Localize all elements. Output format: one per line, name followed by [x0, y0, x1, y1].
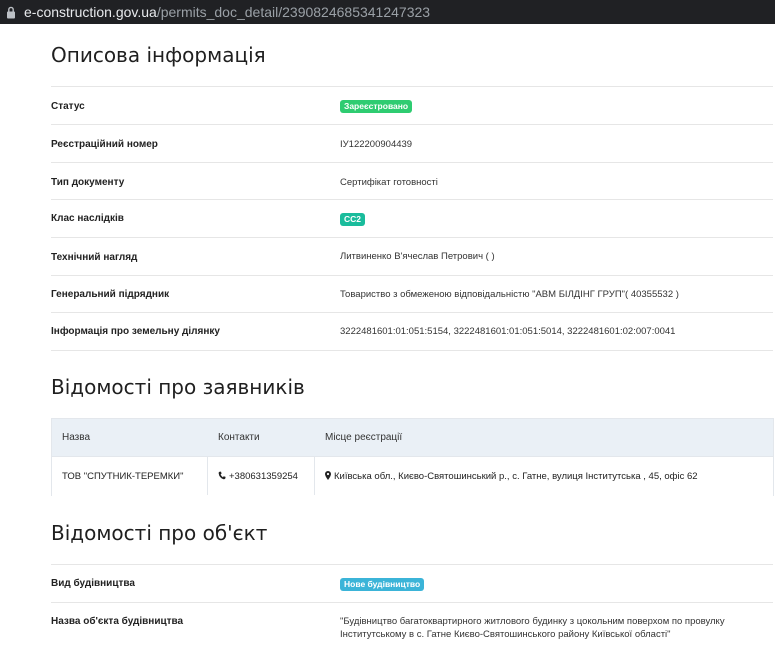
url-text[interactable]: e-construction.gov.ua/permits_doc_detail… [24, 4, 430, 20]
column-header-contacts: Контакти [218, 432, 260, 443]
consequence-class-badge: СС2 [340, 213, 366, 226]
object-name-value: "Будівництво багатоквартирного житлового… [340, 616, 725, 640]
general-contractor-label: Генеральний підрядник [51, 289, 170, 300]
description-section-title: Описова інформація [51, 43, 266, 67]
consequence-class-row: Клас наслідків СС2 [51, 199, 773, 238]
map-marker-icon [325, 471, 331, 483]
table-row: ТОВ "СПУТНИК-ТЕРЕМКИ" +380631359254 Київ… [52, 456, 773, 496]
object-name-label: Назва об'єкта будівництва [51, 616, 184, 627]
doc-type-row: Тип документу Сертифікат готовності [51, 162, 773, 200]
status-label: Статус [51, 101, 85, 112]
column-divider [207, 457, 208, 495]
status-row: Статус Зареєстровано [51, 86, 773, 125]
general-contractor-row: Генеральний підрядник Товариство з обмеж… [51, 275, 773, 313]
phone-icon [218, 471, 226, 483]
tech-supervision-row: Технічний нагляд Литвиненко В'ячеслав Пе… [51, 237, 773, 276]
column-header-registration: Місце реєстрації [325, 432, 403, 443]
lock-icon[interactable] [4, 4, 18, 20]
object-name-row: Назва об'єкта будівництва "Будівництво б… [51, 602, 773, 650]
general-contractor-value: Товариство з обмеженою відповідальністю … [340, 289, 679, 300]
construction-type-badge: Нове будівництво [340, 578, 425, 591]
applicant-address-cell: Київська обл., Києво-Святошинський р., с… [325, 471, 698, 483]
reg-number-value: ІУ122200904439 [340, 139, 413, 150]
object-section-title: Відомості про об'єкт [51, 521, 268, 545]
reg-number-label: Реєстраційний номер [51, 139, 158, 150]
doc-type-value: Сертифікат готовності [340, 177, 438, 188]
applicant-phone-cell: +380631359254 [218, 471, 298, 483]
section-divider [51, 350, 773, 351]
url-path: /permits_doc_detail/2390824685341247323 [156, 4, 431, 20]
doc-type-label: Тип документу [51, 177, 125, 188]
land-plot-row: Інформація про земельну ділянку 32224816… [51, 312, 773, 351]
land-plot-label: Інформація про земельну ділянку [51, 326, 220, 337]
applicant-address: Київська обл., Києво-Святошинський р., с… [334, 471, 698, 482]
applicants-table: Назва Контакти Місце реєстрації ТОВ "СПУ… [51, 418, 774, 496]
land-plot-value: 3222481601:01:051:5154, 3222481601:01:05… [340, 326, 676, 337]
applicant-phone: +380631359254 [229, 471, 298, 482]
applicants-table-header: Назва Контакти Місце реєстрації [52, 419, 773, 456]
url-domain: e-construction.gov.ua [24, 4, 157, 20]
address-bar[interactable]: e-construction.gov.ua/permits_doc_detail… [0, 0, 775, 24]
column-header-name: Назва [62, 432, 91, 443]
consequence-class-label: Клас наслідків [51, 213, 124, 224]
construction-type-label: Вид будівництва [51, 578, 135, 589]
reg-number-row: Реєстраційний номер ІУ122200904439 [51, 124, 773, 163]
status-badge: Зареєстровано [340, 100, 413, 113]
tech-supervision-label: Технічний нагляд [51, 252, 138, 263]
applicant-name: ТОВ "СПУТНИК-ТЕРЕМКИ" [62, 471, 184, 482]
applicants-section-title: Відомості про заявників [51, 375, 305, 399]
construction-type-row: Вид будівництва Нове будівництво [51, 564, 773, 603]
column-divider [314, 457, 315, 495]
tech-supervision-value: Литвиненко В'ячеслав Петрович ( ) [340, 251, 495, 262]
